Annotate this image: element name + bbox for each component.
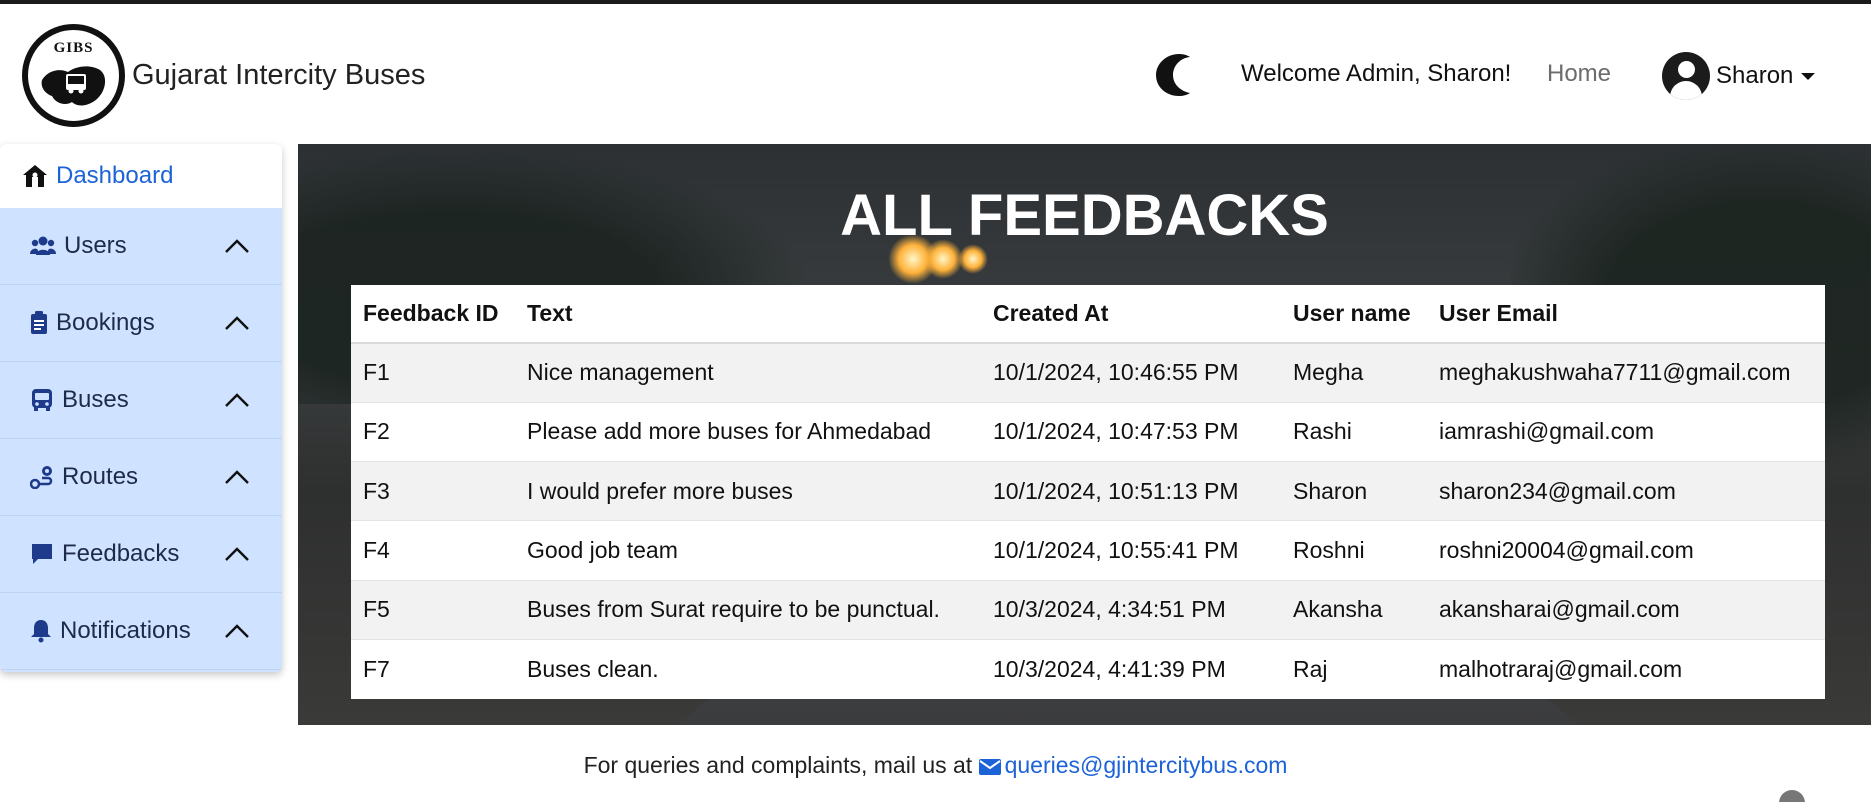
welcome-message: Welcome Admin, Sharon! bbox=[1241, 60, 1512, 87]
table-cell: Sharon bbox=[1281, 461, 1427, 522]
table-cell: sharon234@gmail.com bbox=[1427, 461, 1825, 522]
user-menu-dropdown[interactable]: Sharon bbox=[1662, 52, 1816, 100]
table-cell: Roshni bbox=[1281, 520, 1427, 581]
sidebar-item-routes[interactable]: Routes bbox=[0, 439, 282, 516]
gujarat-map-icon bbox=[41, 66, 106, 106]
sidebar-item-notifications[interactable]: Notifications bbox=[0, 593, 282, 670]
table-row: F5 Buses from Surat require to be punctu… bbox=[351, 580, 1825, 640]
bell-icon bbox=[31, 620, 51, 643]
bus-icon bbox=[32, 389, 52, 411]
gibs-logo: GIBS bbox=[22, 24, 125, 127]
moon-icon[interactable] bbox=[1152, 52, 1192, 98]
chevron-up-icon[interactable] bbox=[224, 469, 250, 485]
chevron-up-icon[interactable] bbox=[224, 392, 250, 408]
comment-icon bbox=[32, 544, 52, 564]
sidebar-item-label: Users bbox=[64, 232, 127, 259]
envelope-icon bbox=[978, 759, 1001, 775]
table-cell: roshni20004@gmail.com bbox=[1427, 520, 1825, 581]
table-row: F4 Good job team 10/1/2024, 10:55:41 PM … bbox=[351, 520, 1825, 581]
sidebar-item-label: Bookings bbox=[56, 309, 155, 336]
sidebar-item-buses[interactable]: Buses bbox=[0, 362, 282, 439]
table-cell: 10/1/2024, 10:51:13 PM bbox=[981, 461, 1281, 522]
table-cell: Nice management bbox=[515, 343, 981, 403]
table-row: F1 Nice management 10/1/2024, 10:46:55 P… bbox=[351, 343, 1825, 403]
table-cell: F1 bbox=[351, 343, 515, 403]
sidebar-item-bookings[interactable]: Bookings bbox=[0, 285, 282, 362]
chevron-up-icon[interactable] bbox=[224, 315, 250, 331]
table-cell: iamrashi@gmail.com bbox=[1427, 402, 1825, 463]
feedbacks-table: Feedback ID Text Created At User name Us… bbox=[351, 285, 1825, 699]
column-header: Feedback ID bbox=[351, 285, 515, 344]
table-cell: 10/1/2024, 10:55:41 PM bbox=[981, 520, 1281, 581]
chevron-up-icon[interactable] bbox=[224, 238, 250, 254]
sidebar-item-label: Routes bbox=[62, 463, 139, 490]
chevron-up-icon[interactable] bbox=[224, 623, 250, 639]
table-cell: Megha bbox=[1281, 343, 1427, 403]
support-email-link[interactable]: queries@gjintercitybus.com bbox=[1005, 752, 1288, 778]
table-row: F3 I would prefer more buses 10/1/2024, … bbox=[351, 461, 1825, 522]
brand-name: Gujarat Intercity Buses bbox=[132, 59, 426, 91]
caret-down-icon bbox=[1801, 72, 1816, 80]
table-cell: Raj bbox=[1293, 655, 1328, 682]
table-cell: Buses clean. bbox=[527, 655, 659, 682]
footer-text: For queries and complaints, mail us at bbox=[583, 752, 973, 778]
feedbacks-panel: ALL FEEDBACKS Feedback ID Text Created A… bbox=[298, 144, 1871, 725]
sidebar-item-label: Dashboard bbox=[56, 162, 174, 189]
column-header: User name bbox=[1281, 285, 1427, 344]
table-cell: F7 bbox=[363, 655, 390, 682]
table-cell: 10/3/2024, 4:41:39 PM bbox=[993, 655, 1226, 682]
chevron-up-icon[interactable] bbox=[224, 546, 250, 562]
table-cell: Good job team bbox=[515, 520, 981, 581]
sidebar-item-users[interactable]: Users bbox=[0, 208, 282, 285]
sidebar-item-label: Feedbacks bbox=[62, 540, 180, 567]
navbar: GIBS Gujarat Intercity Buses Welcome Adm… bbox=[0, 4, 1871, 142]
table-cell: F5 bbox=[351, 580, 515, 640]
clipboard-icon bbox=[31, 311, 47, 334]
column-header: Text bbox=[515, 285, 981, 344]
table-cell: 10/1/2024, 10:47:53 PM bbox=[981, 402, 1281, 463]
table-cell: Rashi bbox=[1281, 402, 1427, 463]
sidebar-item-feedbacks[interactable]: Feedbacks bbox=[0, 516, 282, 593]
house-icon bbox=[23, 165, 47, 187]
sidebar-item-label: Buses bbox=[62, 386, 129, 413]
user-name: Sharon bbox=[1716, 62, 1794, 89]
table-cell: Buses from Surat require to be punctual. bbox=[515, 580, 981, 640]
table-row: F7 Buses clean. 10/3/2024, 4:41:39 PM Ra… bbox=[351, 639, 1825, 698]
table-cell: I would prefer more buses bbox=[515, 461, 981, 522]
table-cell: 10/3/2024, 4:34:51 PM bbox=[981, 580, 1281, 640]
table-cell: Please add more buses for Ahmedabad bbox=[515, 402, 981, 463]
column-header: Created At bbox=[981, 285, 1281, 344]
footer: For queries and complaints, mail us at q… bbox=[0, 752, 1871, 779]
route-icon bbox=[30, 466, 53, 489]
table-cell: meghakushwaha7711@gmail.com bbox=[1427, 343, 1825, 403]
table-cell: F4 bbox=[351, 520, 515, 581]
brand-link[interactable]: GIBS Gujarat Intercity Buses bbox=[22, 24, 425, 127]
table-cell: F3 bbox=[351, 461, 515, 522]
table-cell: Akansha bbox=[1281, 580, 1427, 640]
column-header: User Email bbox=[1427, 285, 1825, 344]
logo-text: GIBS bbox=[53, 40, 94, 56]
users-icon bbox=[30, 236, 56, 255]
table-cell: akansharai@gmail.com bbox=[1427, 580, 1825, 640]
home-link[interactable]: Home bbox=[1547, 60, 1611, 88]
table-cell: 10/1/2024, 10:46:55 PM bbox=[981, 343, 1281, 403]
sidebar: Dashboard Users Bookings Buses Routes Fe… bbox=[0, 144, 282, 672]
sidebar-item-dashboard[interactable]: Dashboard bbox=[0, 144, 282, 208]
avatar-icon bbox=[1662, 52, 1710, 100]
page-title: ALL FEEDBACKS bbox=[840, 183, 1329, 248]
table-row: F2 Please add more buses for Ahmedabad 1… bbox=[351, 402, 1825, 463]
table-header-row: Feedback ID Text Created At User name Us… bbox=[351, 285, 1825, 344]
table-cell: malhotraraj@gmail.com bbox=[1439, 655, 1683, 682]
chat-widget-icon[interactable] bbox=[1779, 790, 1805, 802]
table-cell: F2 bbox=[351, 402, 515, 463]
sidebar-item-label: Notifications bbox=[60, 617, 191, 644]
